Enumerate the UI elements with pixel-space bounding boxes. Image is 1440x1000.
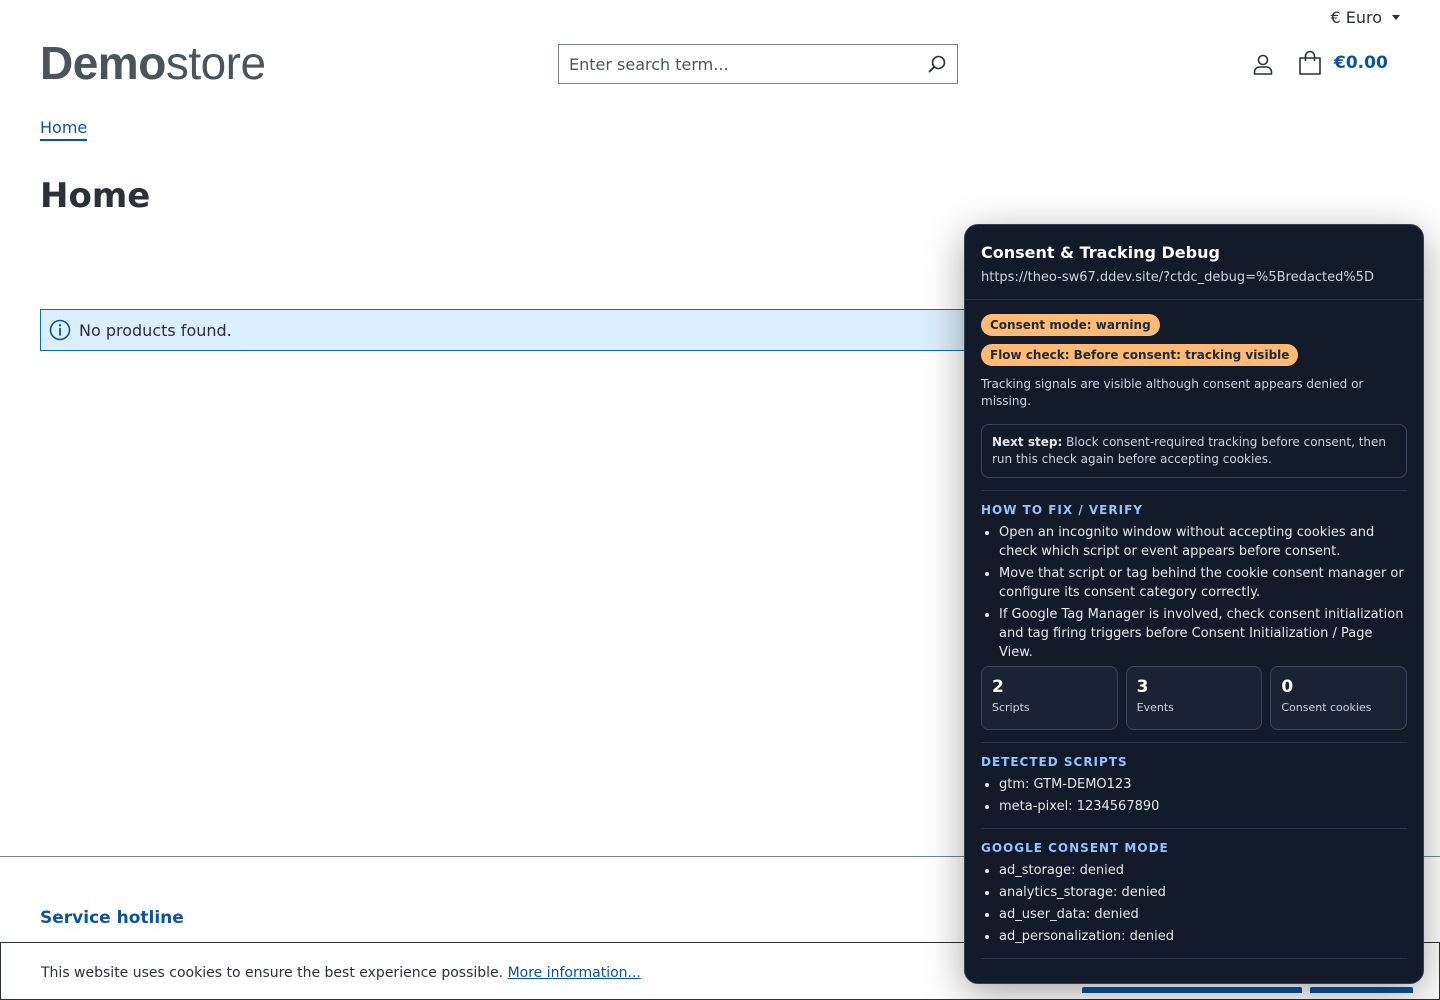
- debug-url: https://theo-sw67.ddev.site/?ctdc_debug=…: [981, 270, 1374, 285]
- scripts-list: gtm: GTM-DEMO123 meta-pixel: 1234567890: [981, 775, 1407, 816]
- cookie-accept-button[interactable]: [1310, 987, 1413, 993]
- fix-list: Open an incognito window without accepti…: [981, 523, 1407, 662]
- logo-light: store: [165, 37, 266, 89]
- debug-title: Consent & Tracking Debug: [981, 243, 1220, 262]
- fix-section-title: HOW TO FIX / VERIFY: [981, 503, 1143, 517]
- list-item: ad_user_data: denied: [999, 905, 1407, 924]
- search-box: [558, 44, 958, 84]
- stat-label: Events: [1136, 701, 1174, 714]
- consent-debug-panel: Consent & Tracking Debug https://theo-sw…: [964, 224, 1424, 984]
- search-input[interactable]: [559, 45, 917, 83]
- stat-events: 3 Events: [1125, 666, 1263, 730]
- account-button[interactable]: [1251, 52, 1275, 76]
- list-item: Move that script or tag behind the cooki…: [999, 564, 1407, 602]
- stat-label: Consent cookies: [1281, 701, 1372, 714]
- stat-consent-cookies: 0 Consent cookies: [1270, 666, 1408, 730]
- cookie-text: This website uses cookies to ensure the …: [41, 965, 504, 981]
- cookie-configure-button[interactable]: [1082, 987, 1302, 993]
- debug-note: Tracking signals are visible although co…: [981, 377, 1364, 408]
- flow-check-badge: Flow check: Before consent: tracking vis…: [981, 344, 1299, 366]
- currency-label: € Euro: [1330, 8, 1382, 27]
- page-title: Home: [40, 176, 151, 216]
- cookie-message: This website uses cookies to ensure the …: [41, 965, 641, 981]
- user-icon: [1253, 54, 1273, 75]
- info-icon: [49, 319, 71, 341]
- debug-body: Consent mode: warning Flow check: Before…: [965, 300, 1423, 959]
- search-icon: [928, 55, 946, 73]
- stat-scripts: 2 Scripts: [981, 666, 1118, 730]
- search-button[interactable]: [917, 45, 957, 83]
- list-item: analytics_storage: denied: [999, 883, 1407, 902]
- alert-text: No products found.: [79, 320, 232, 340]
- list-item: If Google Tag Manager is involved, check…: [999, 605, 1407, 662]
- list-item: gtm: GTM-DEMO123: [999, 775, 1407, 794]
- debug-header: Consent & Tracking Debug https://theo-sw…: [965, 225, 1423, 300]
- cart-total: €0.00: [1334, 53, 1388, 73]
- consent-section-title: GOOGLE CONSENT MODE: [981, 841, 1169, 855]
- consent-mode-badge: Consent mode: warning: [981, 314, 1160, 336]
- divider: [981, 742, 1407, 743]
- shopping-bag-icon: [1299, 50, 1321, 75]
- scripts-section-title: DETECTED SCRIPTS: [981, 755, 1128, 769]
- stat-number: 3: [1136, 677, 1149, 697]
- stats-row: 2 Scripts 3 Events 0 Consent cookies: [981, 666, 1408, 730]
- cookie-more-info-link[interactable]: More information...: [508, 965, 641, 981]
- next-step-label: Next step:: [992, 435, 1063, 449]
- store-logo[interactable]: Demostore: [40, 36, 266, 90]
- list-item: Open an incognito window without accepti…: [999, 523, 1407, 561]
- divider: [981, 958, 1407, 959]
- consent-list: ad_storage: denied analytics_storage: de…: [981, 861, 1407, 946]
- divider: [981, 490, 1407, 491]
- divider: [981, 828, 1407, 829]
- cart-button[interactable]: €0.00: [1298, 50, 1388, 76]
- logo-bold: Demo: [40, 37, 166, 89]
- next-step-box: Next step: Block consent-required tracki…: [981, 424, 1407, 478]
- stat-number: 0: [1281, 677, 1294, 697]
- currency-dropdown[interactable]: € Euro: [1330, 8, 1400, 27]
- list-item: ad_personalization: denied: [999, 927, 1407, 946]
- list-item: ad_storage: denied: [999, 861, 1407, 880]
- breadcrumb-home[interactable]: Home: [40, 118, 88, 141]
- stat-label: Scripts: [992, 701, 1030, 714]
- stat-number: 2: [992, 677, 1004, 697]
- caret-down-icon: [1392, 15, 1400, 20]
- list-item: meta-pixel: 1234567890: [999, 797, 1407, 816]
- service-hotline-heading: Service hotline: [40, 908, 184, 928]
